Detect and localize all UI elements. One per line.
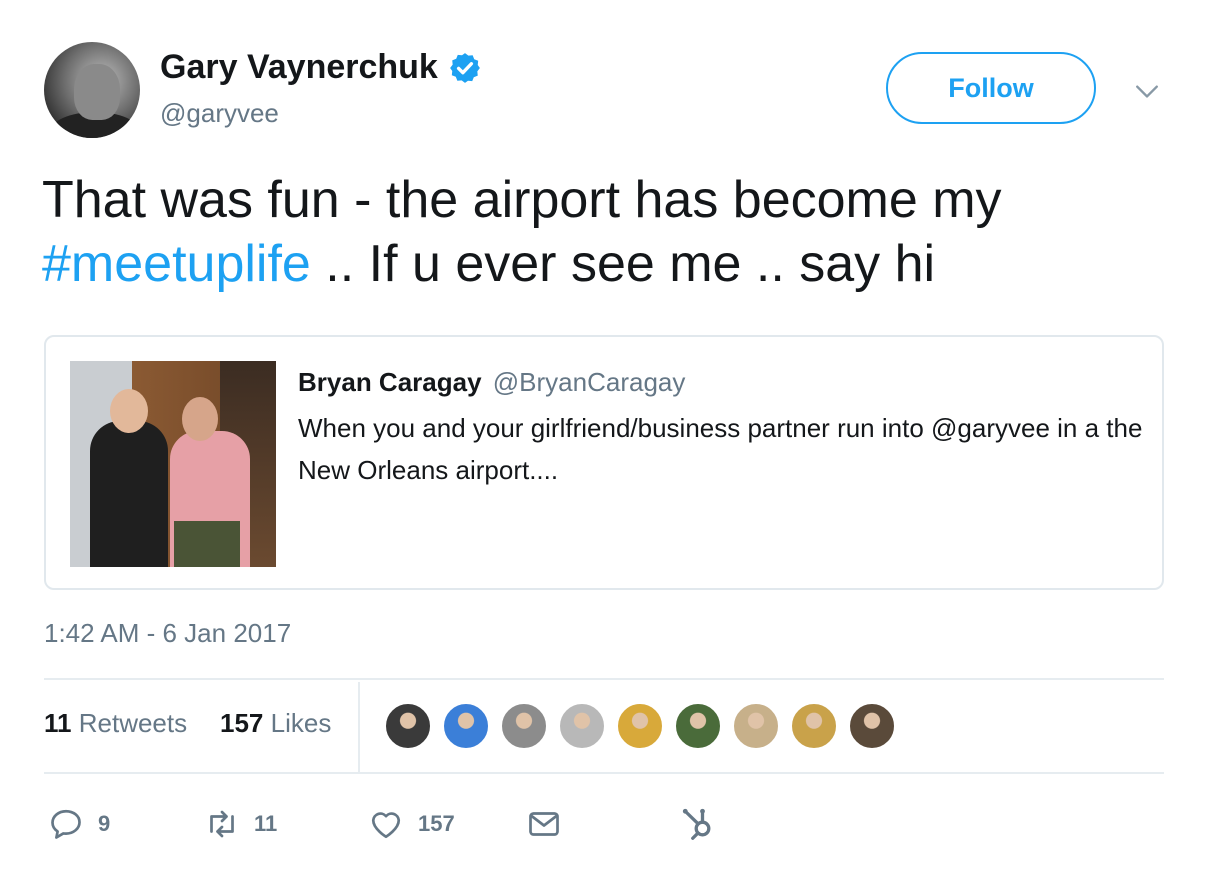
quoted-tweet-card[interactable]: Bryan Caragay @BryanCaragay When you and… — [44, 335, 1164, 590]
liker-avatar-5[interactable] — [616, 702, 664, 750]
divider-top — [44, 678, 1164, 680]
follow-button[interactable]: Follow — [886, 52, 1096, 124]
retweet-button[interactable]: 11 — [204, 806, 277, 842]
tweet-text-start: That was fun - the airport has become my — [42, 171, 1002, 229]
verified-badge-icon — [449, 52, 480, 83]
likes-stat[interactable]: 157 Likes — [220, 708, 331, 739]
stats-separator — [358, 682, 360, 772]
tweet-timestamp[interactable]: 1:42 AM - 6 Jan 2017 — [44, 618, 291, 649]
likes-count: 157 — [220, 708, 264, 738]
tweet-header: Gary Vaynerchuk @garyvee Follow — [44, 42, 1174, 142]
hubspot-icon — [682, 808, 711, 840]
author-handle[interactable]: @garyvee — [160, 98, 279, 129]
tweet-actions: 9 11 157 — [44, 800, 1164, 850]
direct-message-icon — [529, 812, 559, 836]
retweet-icon — [210, 810, 234, 838]
quoted-tweet-photo[interactable] — [70, 361, 276, 567]
quoted-tweet-text: When you and your girlfriend/business pa… — [298, 413, 1143, 485]
liker-avatar-9[interactable] — [848, 702, 896, 750]
retweets-label: Retweets — [78, 708, 188, 738]
quoted-author-name: Bryan Caragay — [298, 367, 482, 397]
quoted-author: Bryan Caragay @BryanCaragay — [298, 367, 685, 398]
retweets-stat[interactable]: 11 Retweets — [44, 708, 187, 739]
like-button[interactable]: 157 — [368, 806, 455, 842]
like-heart-icon — [371, 812, 401, 839]
author-name-row: Gary Vaynerchuk — [160, 48, 482, 87]
liker-avatar-3[interactable] — [500, 702, 548, 750]
tweet-text: That was fun - the airport has become my… — [42, 168, 1172, 296]
liker-avatar-1[interactable] — [384, 702, 432, 750]
retweet-count: 11 — [254, 811, 278, 836]
reply-icon — [51, 809, 81, 839]
quoted-author-handle: @BryanCaragay — [492, 367, 686, 397]
likes-label: Likes — [270, 708, 332, 738]
liker-avatars — [384, 702, 906, 750]
liker-avatar-6[interactable] — [674, 702, 722, 750]
direct-message-button[interactable] — [526, 806, 562, 842]
author-name[interactable]: Gary Vaynerchuk — [160, 48, 438, 87]
liker-avatar-7[interactable] — [732, 702, 780, 750]
liker-avatar-4[interactable] — [558, 702, 606, 750]
retweets-count: 11 — [44, 708, 72, 738]
author-avatar[interactable] — [44, 42, 140, 138]
hashtag-link[interactable]: #meetuplife — [42, 235, 311, 293]
reply-button[interactable]: 9 — [48, 806, 110, 842]
reply-count: 9 — [98, 811, 111, 836]
divider-bottom — [44, 772, 1164, 774]
liker-avatar-2[interactable] — [442, 702, 490, 750]
engagement-stats: 11 Retweets 157 Likes — [44, 682, 1164, 772]
liker-avatar-8[interactable] — [790, 702, 838, 750]
hubspot-button[interactable] — [680, 806, 716, 842]
like-count: 157 — [418, 811, 455, 836]
chevron-down-icon[interactable] — [1134, 78, 1160, 104]
tweet-text-end: .. If u ever see me .. say hi — [310, 235, 936, 293]
